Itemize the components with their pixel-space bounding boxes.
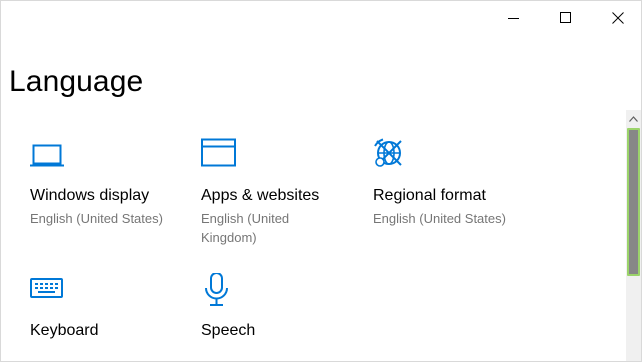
maximize-button[interactable] <box>543 1 589 35</box>
laptop-icon <box>30 144 64 167</box>
browser-window-icon <box>201 138 236 167</box>
maximize-icon <box>560 12 571 23</box>
close-button[interactable] <box>595 1 641 35</box>
keyboard-icon <box>30 278 63 298</box>
tile-windows-display[interactable]: Windows display English (United States) <box>30 138 180 238</box>
globe-clock-icon <box>374 138 402 167</box>
scroll-up-button[interactable] <box>626 110 641 127</box>
tile-subtitle: English (United States) <box>373 211 506 226</box>
settings-window: Language Windows display English (United… <box>0 0 642 362</box>
minimize-icon <box>508 18 519 19</box>
tile-title: Regional format <box>373 187 486 204</box>
tile-subtitle: English (United States) <box>30 211 163 226</box>
tile-subtitle: English (United Kingdom) <box>201 211 290 245</box>
tile-apps-websites[interactable]: Apps & websites English (United Kingdom) <box>201 138 341 248</box>
page-title: Language <box>9 65 144 98</box>
tile-title: Keyboard <box>30 322 99 339</box>
tile-regional-format[interactable]: Regional format English (United States) <box>373 138 523 238</box>
tile-title: Speech <box>201 322 256 339</box>
tile-speech[interactable]: Speech <box>201 273 341 361</box>
chevron-up-icon <box>629 115 638 122</box>
scroll-thumb[interactable] <box>627 128 640 276</box>
tile-keyboard[interactable]: Keyboard <box>30 273 180 361</box>
microphone-icon <box>205 273 228 306</box>
tile-title: Apps & websites <box>201 187 320 204</box>
minimize-button[interactable] <box>491 1 537 35</box>
tile-title: Windows display <box>30 187 150 204</box>
close-icon <box>612 12 624 24</box>
vertical-scrollbar[interactable] <box>626 110 641 361</box>
